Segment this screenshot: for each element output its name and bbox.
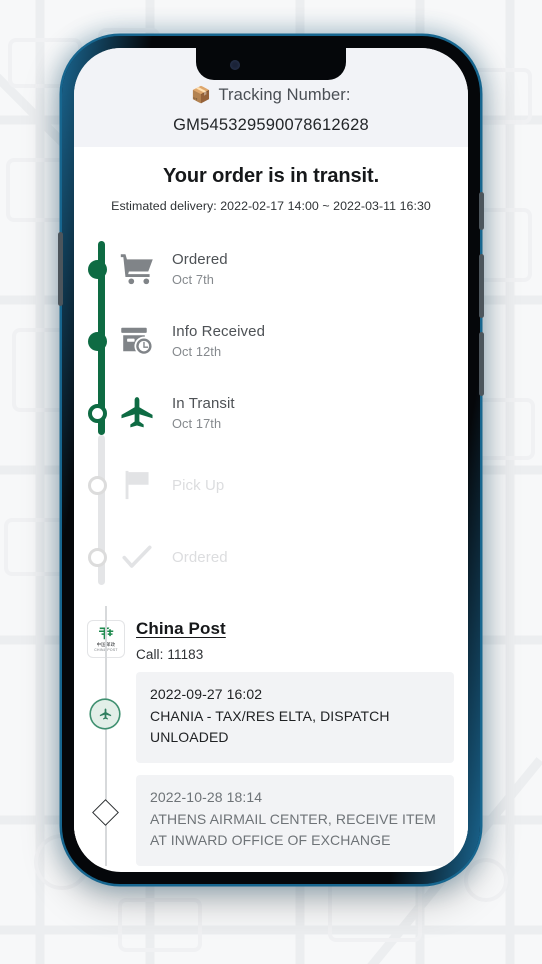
step-in-transit-text: In Transit Oct 17th	[172, 395, 235, 431]
package-box-icon: 📦	[191, 86, 212, 104]
step-delivered[interactable]: Ordered	[74, 521, 468, 593]
event-card: 2022-09-27 16:02 CHANIA - TAX/RES ELTA, …	[136, 672, 454, 763]
step-node-delivered	[88, 548, 107, 567]
notch	[196, 48, 346, 80]
event-marker	[74, 672, 136, 728]
event-marker	[74, 775, 136, 826]
step-pick-up-text: Pick Up	[172, 477, 224, 494]
step-in-transit[interactable]: In Transit Oct 17th	[74, 377, 468, 449]
package-clock-icon	[110, 323, 164, 359]
carrier-info: China Post Call: 11183	[136, 619, 226, 662]
volume-up-button[interactable]	[479, 254, 484, 318]
step-node-info-received	[88, 332, 107, 351]
step-ordered[interactable]: Ordered Oct 7th	[74, 233, 468, 305]
diamond-icon	[91, 799, 119, 826]
tracking-number-label-row: 📦 Tracking Number:	[90, 86, 452, 105]
check-icon	[110, 539, 164, 575]
phone-device-frame: 📦 Tracking Number: GM545329590078612628 …	[58, 36, 484, 884]
event-card: 2022-10-28 18:14 ATHENS AIRMAIL CENTER, …	[136, 775, 454, 866]
carrier-row[interactable]: 中国邮政 CHINA POST China Post Call: 11183	[74, 619, 468, 662]
carrier-section: 中国邮政 CHINA POST China Post Call: 11183	[74, 603, 468, 866]
event-description: CHANIA - TAX/RES ELTA, DISPATCH UNLOADED	[150, 708, 390, 745]
step-label: Ordered	[172, 251, 228, 268]
carrier-name-link[interactable]: China Post	[136, 619, 226, 639]
step-label: In Transit	[172, 395, 235, 412]
step-date: Oct 17th	[172, 416, 222, 431]
mute-switch-button[interactable]	[479, 192, 484, 230]
step-node-in-transit	[88, 404, 107, 423]
event-time: 2022-10-28 18:14	[150, 789, 263, 805]
step-info-received[interactable]: Info Received Oct 12th	[74, 305, 468, 377]
flag-icon	[110, 467, 164, 503]
step-label: Info Received	[172, 323, 266, 340]
airplane-icon	[110, 394, 164, 432]
tracking-number-value[interactable]: GM545329590078612628	[90, 116, 452, 135]
step-ordered-text: Ordered Oct 7th	[172, 251, 228, 287]
front-camera-icon	[230, 60, 240, 70]
step-label: Pick Up	[172, 476, 225, 494]
step-pick-up[interactable]: Pick Up	[74, 449, 468, 521]
step-node-ordered	[88, 260, 107, 279]
status-section: Your order is in transit. Estimated deli…	[74, 147, 468, 219]
step-label: Ordered	[172, 548, 228, 566]
event-time: 2022-09-27 16:02	[150, 686, 263, 702]
step-node-pick-up	[88, 476, 107, 495]
step-info-received-text: Info Received Oct 12th	[172, 323, 265, 359]
volume-button[interactable]	[58, 232, 63, 306]
estimated-delivery: Estimated delivery: 2022-02-17 14:00 ~ 2…	[111, 199, 431, 213]
carrier-phone[interactable]: Call: 11183	[136, 647, 226, 662]
event-item[interactable]: 2022-09-27 16:02 CHANIA - TAX/RES ELTA, …	[74, 672, 468, 763]
event-description: ATHENS AIRMAIL CENTER, RECEIVE ITEM AT I…	[150, 811, 436, 848]
shopping-cart-icon	[110, 251, 164, 287]
step-date: Oct 12th	[172, 344, 222, 359]
event-item[interactable]: 2022-10-28 18:14 ATHENS AIRMAIL CENTER, …	[74, 775, 468, 866]
status-title: Your order is in transit.	[162, 165, 380, 187]
event-list: 2022-09-27 16:02 CHANIA - TAX/RES ELTA, …	[74, 606, 468, 866]
phone-screen: 📦 Tracking Number: GM545329590078612628 …	[74, 48, 468, 872]
step-delivered-text: Ordered	[172, 549, 228, 566]
progress-steps: Ordered Oct 7th Info Received Oct 12th I…	[74, 219, 468, 603]
tracking-number-label: Tracking Number:	[218, 86, 351, 104]
step-date: Oct 7th	[172, 272, 214, 287]
power-button[interactable]	[479, 332, 484, 396]
airplane-circle-icon	[91, 700, 119, 728]
